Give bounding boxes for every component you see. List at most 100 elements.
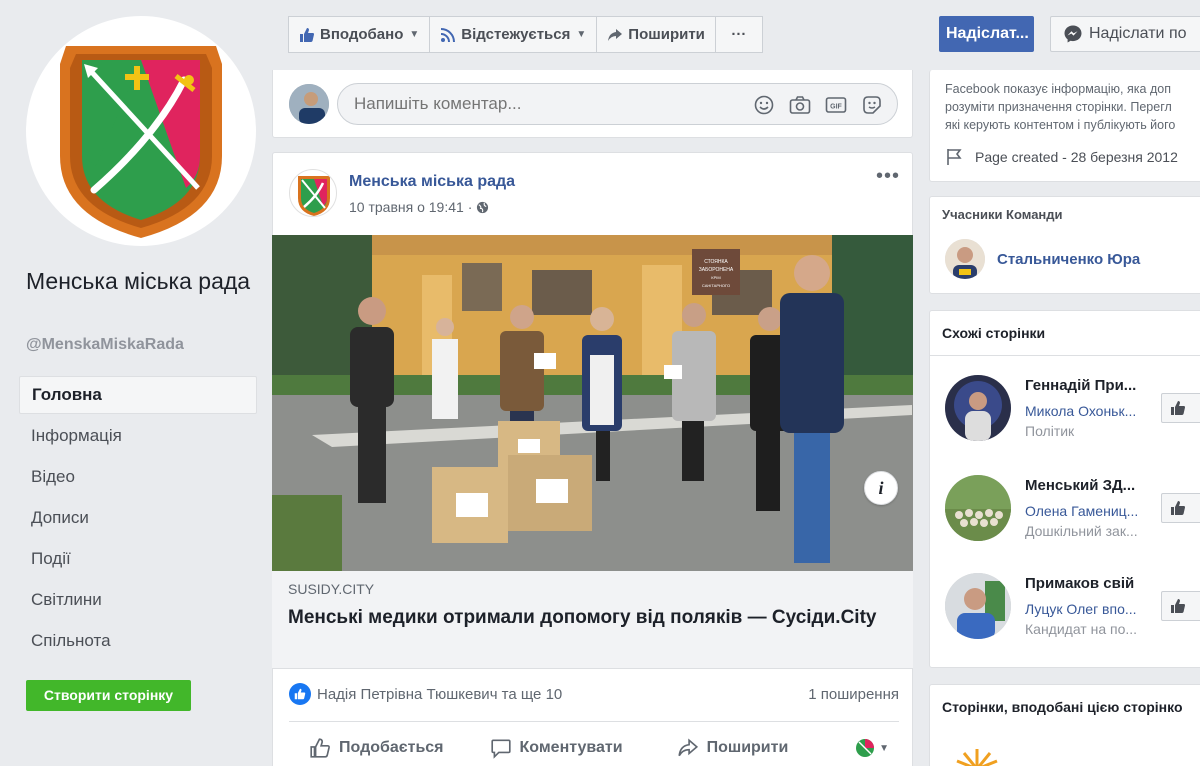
share-arrow-icon <box>677 738 698 757</box>
transparency-text: Facebook показує інформацію, яка доп роз… <box>945 82 1176 132</box>
post-as-selector[interactable]: ▼ <box>855 738 889 758</box>
send-message-label: Надіслати по <box>1089 25 1187 42</box>
nav-item-videos[interactable]: Відео <box>19 458 257 499</box>
thumbs-up-icon <box>1171 599 1185 613</box>
coat-of-arms-icon <box>27 17 255 245</box>
current-user-avatar <box>289 84 329 124</box>
comment-input-box[interactable]: GIF <box>337 83 898 125</box>
post-time-label: 10 травня о 19:41 <box>349 199 464 215</box>
nav-item-events[interactable]: Події <box>19 540 257 581</box>
post-card: Менська міська рада 10 травня о 19:41 · … <box>272 152 913 766</box>
link-title: Менські медики отримали допомогу від пол… <box>288 607 877 628</box>
post-actions-bar: Подобається Коментувати Поширити ▼ <box>289 728 899 766</box>
thumbs-up-icon <box>1171 501 1185 515</box>
comment-input[interactable] <box>338 84 718 124</box>
similar-page-item: Геннадій При... Микола Охоньк... Політик <box>945 375 1200 445</box>
gif-icon[interactable]: GIF <box>825 94 847 116</box>
create-page-button[interactable]: Створити сторінку <box>26 680 191 711</box>
svg-text:ЗАБОРОНЕНА: ЗАБОРОНЕНА <box>699 267 734 273</box>
svg-text:GIF: GIF <box>830 104 842 111</box>
similar-page-friend[interactable]: Олена Гамениц... <box>1025 503 1155 519</box>
post-photo[interactable]: СТОЯНКА ЗАБОРОНЕНА КРІМ САНІТАРНОГО <box>272 235 913 571</box>
similar-page-name[interactable]: Геннадій При... <box>1025 377 1155 394</box>
left-column: Менська міська рада @MenskaMiskaRada Гол… <box>0 0 270 766</box>
liked-label: Вподобано <box>320 26 404 43</box>
post-photo-image: СТОЯНКА ЗАБОРОНЕНА КРІМ САНІТАРНОГО <box>272 235 913 571</box>
nav-item-about[interactable]: Інформація <box>19 417 257 458</box>
nav-item-posts[interactable]: Дописи <box>19 499 257 540</box>
share-page-button[interactable]: Поширити <box>596 16 716 53</box>
like-label: Подобається <box>339 739 444 756</box>
nav-item-photos[interactable]: Світлини <box>19 581 257 622</box>
page-avatar-icon <box>856 739 875 757</box>
svg-text:САНІТАРНОГО: САНІТАРНОГО <box>702 283 730 288</box>
like-page-button[interactable] <box>1161 393 1200 423</box>
similar-page-item: Примаков свій Луцук Олег впо... Кандидат… <box>945 573 1200 643</box>
share-label: Поширити <box>706 739 789 756</box>
post-share-button[interactable]: Поширити <box>677 737 789 759</box>
share-page-label: Поширити <box>628 26 705 43</box>
caret-down-icon: ▼ <box>576 29 587 40</box>
reactions-text[interactable]: Надія Петрівна Тюшкевич та ще 10 <box>317 686 562 703</box>
similar-page-category: Дошкільний зак... <box>1025 523 1138 539</box>
comment-composer: GIF <box>272 70 913 138</box>
team-member[interactable]: Стальниченко Юра <box>945 239 1140 279</box>
thumbs-up-icon <box>310 738 330 758</box>
divider <box>289 721 899 722</box>
following-button[interactable]: Відстежується ▼ <box>429 16 598 53</box>
send-message-button[interactable]: Надіслати по <box>1050 16 1200 52</box>
nav-item-community[interactable]: Спільнота <box>19 622 257 663</box>
page-username[interactable]: @MenskaMiskaRada <box>26 336 184 354</box>
camera-icon[interactable] <box>789 94 811 116</box>
sticker-icon[interactable] <box>861 94 883 116</box>
similar-page-avatar[interactable] <box>945 475 1011 541</box>
thumbs-up-icon <box>1171 401 1185 415</box>
similar-page-category: Політик <box>1025 423 1075 439</box>
send-button[interactable]: Надіслат... <box>939 16 1034 52</box>
liked-pages-card: Сторінки, вподобані цією сторінко <box>929 684 1200 766</box>
similar-page-item: Менський ЗД... Олена Гамениц... Дошкільн… <box>945 475 1200 545</box>
similar-page-friend[interactable]: Микола Охоньк... <box>1025 403 1155 419</box>
post-like-button[interactable]: Подобається <box>309 737 444 759</box>
page-profile-picture[interactable] <box>26 16 256 246</box>
like-page-button[interactable] <box>1161 493 1200 523</box>
nav-item-home[interactable]: Головна <box>19 376 257 414</box>
page-created-text: Page created - 28 березня 2012 <box>975 149 1178 165</box>
flag-icon <box>947 149 962 165</box>
info-icon[interactable]: i <box>864 471 898 505</box>
comment-label: Коментувати <box>519 739 623 756</box>
shares-count[interactable]: 1 поширення <box>808 686 899 703</box>
similar-page-name[interactable]: Менський ЗД... <box>1025 477 1155 494</box>
page-nav: Головна Інформація Відео Дописи Події Св… <box>19 376 257 663</box>
like-page-button[interactable] <box>1161 591 1200 621</box>
comment-icon <box>490 739 511 759</box>
similar-pages-title: Схожі сторінки <box>942 325 1046 341</box>
like-reaction-icon[interactable] <box>289 683 311 705</box>
more-options-button[interactable]: ··· <box>714 16 763 53</box>
similar-page-name[interactable]: Примаков свій <box>1025 575 1155 592</box>
share-arrow-icon <box>608 28 623 41</box>
globe-icon <box>477 201 489 213</box>
link-preview[interactable]: SUSIDY.CITY Менські медики отримали допо… <box>272 571 913 669</box>
svg-text:КРІМ: КРІМ <box>711 275 720 280</box>
post-author-avatar[interactable] <box>289 169 337 217</box>
similar-page-avatar[interactable] <box>945 573 1011 639</box>
caret-down-icon: ▼ <box>879 742 889 754</box>
similar-page-friend[interactable]: Луцук Олег впо... <box>1025 601 1155 617</box>
post-options-button[interactable]: ••• <box>876 165 900 188</box>
post-timestamp[interactable]: 10 травня о 19:41 · <box>349 199 489 215</box>
post-author-name[interactable]: Менська міська рада <box>349 173 515 191</box>
page-transparency-card: Facebook показує інформацію, яка доп роз… <box>929 70 1200 182</box>
team-title: Учасники Команди <box>942 207 1063 222</box>
sunburst-logo-icon <box>956 749 998 766</box>
similar-page-avatar[interactable] <box>945 375 1011 441</box>
emoji-icon[interactable] <box>753 94 775 116</box>
page-action-bar: Вподобано ▼ Відстежується ▼ Поширити ··· <box>288 16 763 53</box>
liked-button[interactable]: Вподобано ▼ <box>288 16 431 53</box>
post-comment-button[interactable]: Коментувати <box>490 737 623 759</box>
reactions-row: Надія Петрівна Тюшкевич та ще 10 1 пошир… <box>289 683 899 705</box>
similar-pages-card: Схожі сторінки Геннадій При... Микола Ох… <box>929 310 1200 668</box>
team-member-name: Стальниченко Юра <box>997 250 1141 268</box>
thumbs-up-icon <box>300 27 314 42</box>
divider <box>930 355 1200 356</box>
